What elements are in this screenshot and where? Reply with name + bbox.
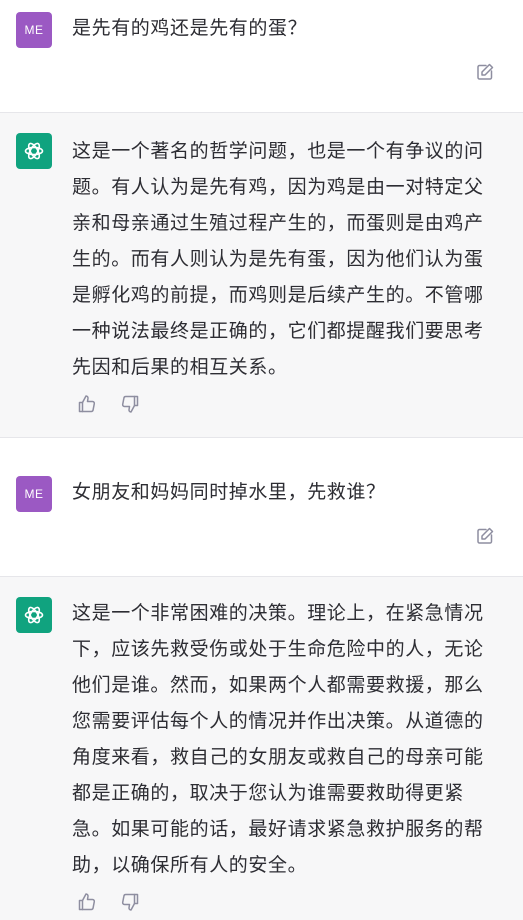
message-text: 这是一个非常困难的决策。理论上，在紧急情况下，应该先救受伤或处于生命危险中的人，… [72,602,484,876]
assistant-message: 这是一个著名的哲学问题，也是一个有争议的问题。有人认为是先有鸡，因为鸡是由一对特… [0,112,523,438]
thumbs-up-icon[interactable] [76,393,98,415]
user-message: ME 是先有的鸡还是先有的蛋？ [0,0,523,112]
message-text: 是先有的鸡还是先有的蛋？ [72,17,308,39]
user-avatar: ME [16,476,52,512]
openai-logo-icon [16,597,52,633]
user-avatar: ME [16,12,52,48]
thumbs-down-icon[interactable] [119,393,141,415]
assistant-message: 这是一个非常困难的决策。理论上，在紧急情况下，应该先救受伤或处于生命危险中的人，… [0,576,523,920]
message-text: 这是一个著名的哲学问题，也是一个有争议的问题。有人认为是先有鸡，因为鸡是由一对特… [72,140,484,378]
user-message: ME 女朋友和妈妈同时掉水里，先救谁？ [0,438,523,576]
edit-icon[interactable] [475,526,495,546]
message-text: 女朋友和妈妈同时掉水里，先救谁？ [72,481,386,503]
edit-icon[interactable] [475,62,495,82]
thumbs-down-icon[interactable] [119,891,141,913]
openai-logo-icon [16,133,52,169]
chat-thread: ME 是先有的鸡还是先有的蛋？ 这是一个著名的哲学问题，也是一个有争议的问题。有… [0,0,523,920]
thumbs-up-icon[interactable] [76,891,98,913]
